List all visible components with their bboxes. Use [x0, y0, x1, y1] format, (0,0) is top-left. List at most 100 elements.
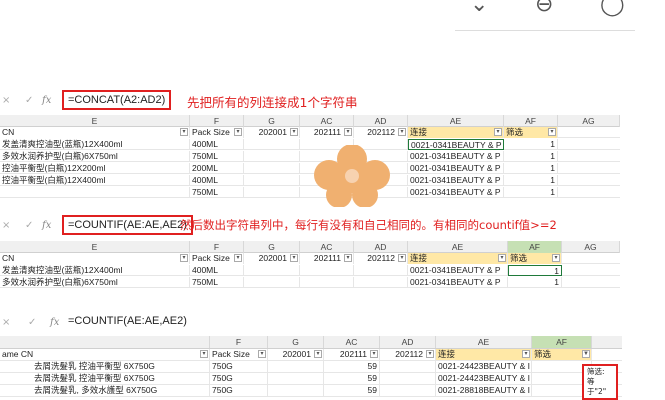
cell[interactable]: 控油平衡型(白瓶)12X400ml: [0, 175, 190, 186]
fx-icon[interactable]: fx: [42, 220, 51, 231]
cell[interactable]: 1: [504, 163, 558, 174]
cell[interactable]: Pack Size ▾: [190, 127, 244, 138]
cell[interactable]: [244, 265, 300, 276]
filter-dropdown-icon[interactable]: ▾: [426, 350, 434, 358]
filter-dropdown-icon[interactable]: ▾: [522, 350, 530, 358]
col-header-AC[interactable]: AC: [300, 115, 354, 127]
cell[interactable]: 去屑洗髮乳 控油平衡型 6X750G: [0, 361, 210, 372]
col-header-AE[interactable]: AE: [408, 241, 508, 253]
cell[interactable]: [300, 265, 354, 276]
cell[interactable]: 750ML: [190, 277, 244, 288]
filter-dropdown-icon[interactable]: ▾: [552, 254, 560, 262]
cell[interactable]: [300, 277, 354, 288]
cell[interactable]: 1: [504, 151, 558, 162]
filter-dropdown-icon[interactable]: ▾: [498, 254, 506, 262]
col-header-AF[interactable]: AF: [532, 336, 592, 348]
cell[interactable]: [380, 361, 436, 372]
fx-icon[interactable]: fx: [42, 95, 51, 106]
filter-dropdown-icon[interactable]: ▾: [398, 254, 406, 262]
col-header-F[interactable]: F: [190, 241, 244, 253]
cell[interactable]: 0021-0341BEAUTY & P: [408, 163, 504, 174]
filter-dropdown-icon[interactable]: ▾: [548, 128, 556, 136]
cell[interactable]: 1: [504, 175, 558, 186]
col-header-AC[interactable]: AC: [300, 241, 354, 253]
cell[interactable]: 200ML: [190, 163, 244, 174]
cell[interactable]: 0021-0341BEAUTY & P: [408, 277, 508, 288]
cell[interactable]: [268, 385, 324, 396]
cell[interactable]: 202111 ▾: [324, 349, 380, 360]
cancel-icon[interactable]: ×: [2, 317, 10, 328]
filter-dropdown-icon[interactable]: ▾: [180, 254, 188, 262]
cancel-icon[interactable]: ×: [2, 220, 10, 231]
cell[interactable]: 筛选 ▼: [532, 349, 592, 360]
cell[interactable]: 控油平衡型(白瓶)12X200ml: [0, 163, 190, 174]
fx-icon[interactable]: fx: [50, 317, 59, 328]
cell[interactable]: [380, 385, 436, 396]
cell[interactable]: 202112 ▾: [354, 253, 408, 264]
cancel-icon[interactable]: ×: [2, 95, 10, 106]
cell[interactable]: 750ML: [190, 187, 244, 198]
confirm-icon[interactable]: ✓: [25, 220, 33, 231]
cell[interactable]: 0021-24423BEAUTY & I: [436, 361, 532, 372]
col-header-E[interactable]: E: [0, 115, 190, 127]
cell[interactable]: 202001 ▾: [244, 127, 300, 138]
cell[interactable]: 59: [324, 385, 380, 396]
selected-cell[interactable]: 1: [508, 265, 562, 276]
cell[interactable]: [380, 373, 436, 384]
filter-dropdown-icon[interactable]: ▾: [180, 128, 188, 136]
cell[interactable]: 0021-0341BEAUTY & P: [408, 187, 504, 198]
selected-cell[interactable]: 0021-0341BEAUTY & P: [408, 139, 504, 150]
cell[interactable]: 202112 ▾: [354, 127, 408, 138]
filter-dropdown-icon[interactable]: ▾: [344, 128, 352, 136]
cell[interactable]: 750G: [210, 361, 268, 372]
cell[interactable]: 去屑洗髮乳 控油平衡型 6X750G: [0, 373, 210, 384]
cell[interactable]: 连接 ▾: [436, 349, 532, 360]
col-header-AF[interactable]: AF: [508, 241, 562, 253]
filter-dropdown-icon[interactable]: ▾: [494, 128, 502, 136]
filter-dropdown-icon[interactable]: ▾: [398, 128, 406, 136]
cell[interactable]: 202001 ▾: [268, 349, 324, 360]
cell[interactable]: [354, 265, 408, 276]
filter-dropdown-icon[interactable]: ▾: [234, 254, 242, 262]
formula-input[interactable]: =COUNTIF(AE:AE,AE2): [62, 215, 193, 235]
cell[interactable]: 1: [504, 187, 558, 198]
cell[interactable]: 筛选 ▾: [504, 127, 558, 138]
col-header-G[interactable]: G: [244, 241, 300, 253]
cell[interactable]: [244, 163, 300, 174]
cell[interactable]: CN ▾: [0, 253, 190, 264]
cell[interactable]: 0021-0341BEAUTY & P: [408, 151, 504, 162]
col-header-AE[interactable]: AE: [408, 115, 504, 127]
cell[interactable]: 750G: [210, 373, 268, 384]
col-header-F[interactable]: F: [210, 336, 268, 348]
cell[interactable]: 400ML: [190, 265, 244, 276]
cell[interactable]: 0021-0341BEAUTY & P: [408, 175, 504, 186]
cell[interactable]: ame CN ▾: [0, 349, 210, 360]
filter-dropdown-icon[interactable]: ▾: [370, 350, 378, 358]
cell[interactable]: 连接 ▾: [408, 127, 504, 138]
cell[interactable]: 去屑洗髮乳, 多效水護型 6X750G: [0, 385, 210, 396]
cell[interactable]: [244, 151, 300, 162]
col-header-AF[interactable]: AF: [504, 115, 558, 127]
col-header-AC[interactable]: AC: [324, 336, 380, 348]
filter-dropdown-icon[interactable]: ▾: [290, 254, 298, 262]
cell[interactable]: 400ML: [190, 139, 244, 150]
col-header-G[interactable]: G: [268, 336, 324, 348]
col-header-G[interactable]: G: [244, 115, 300, 127]
cell[interactable]: 202111 ▾: [300, 127, 354, 138]
filter-dropdown-icon[interactable]: ▾: [314, 350, 322, 358]
cell[interactable]: [244, 187, 300, 198]
filter-dropdown-icon[interactable]: ▾: [290, 128, 298, 136]
cell[interactable]: 202112 ▾: [380, 349, 436, 360]
col-header-AD[interactable]: AD: [354, 241, 408, 253]
cell[interactable]: 202001 ▾: [244, 253, 300, 264]
cell[interactable]: 1: [504, 139, 558, 150]
cell[interactable]: Pack Size ▾: [190, 253, 244, 264]
cell[interactable]: 0021-0341BEAUTY & P: [408, 265, 508, 276]
cell[interactable]: 筛选 ▾: [508, 253, 562, 264]
cell[interactable]: [244, 175, 300, 186]
cell[interactable]: CN ▾: [0, 127, 190, 138]
formula-input[interactable]: =CONCAT(A2:AD2): [62, 90, 172, 110]
cell[interactable]: 202111 ▾: [300, 253, 354, 264]
confirm-icon[interactable]: ✓: [28, 317, 36, 328]
col-header-blank[interactable]: [0, 336, 210, 348]
